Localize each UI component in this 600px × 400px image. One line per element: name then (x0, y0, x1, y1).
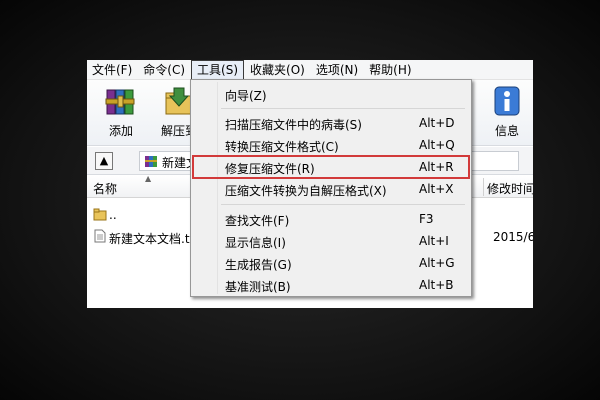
menu-item-shortcut: Alt+X (419, 182, 454, 196)
list-item-date: 2015/6 (493, 230, 533, 244)
menu-item-label: 生成报告(G) (225, 258, 292, 272)
sort-up-icon: ▲ (145, 174, 152, 183)
info-label: 信息 (494, 124, 519, 138)
up-arrow-icon: ▲ (99, 154, 109, 167)
menu-item-wizard[interactable]: 向导(Z) (193, 83, 469, 105)
menu-item-virus-scan[interactable]: 扫描压缩文件中的病毒(S) Alt+D (193, 112, 469, 134)
menu-item-shortcut: Alt+Q (419, 138, 455, 152)
add-button[interactable]: 添加 (95, 84, 147, 142)
menu-item-label: 压缩文件转换为自解压格式(X) (225, 184, 387, 198)
column-date-header[interactable]: 修改时间 (487, 180, 533, 197)
menu-item-convert-format[interactable]: 转换压缩文件格式(C) Alt+Q (193, 134, 469, 156)
folder-icon (93, 208, 107, 221)
menu-item-benchmark[interactable]: 基准测试(B) Alt+B (193, 274, 469, 296)
menu-item-repair-archive[interactable]: 修复压缩文件(R) Alt+R (192, 155, 470, 179)
add-label: 添加 (108, 124, 133, 138)
menu-item-label: 显示信息(I) (225, 236, 286, 250)
menu-item-label: 扫描压缩文件中的病毒(S) (225, 118, 362, 132)
menu-item-shortcut: F3 (419, 212, 434, 226)
info-button[interactable]: 信息 (481, 84, 533, 142)
menu-item-shortcut: Alt+I (419, 234, 449, 248)
menu-item-show-info[interactable]: 显示信息(I) Alt+I (193, 230, 469, 252)
menu-item-shortcut: Alt+G (419, 256, 455, 270)
menu-item-label: 向导(Z) (225, 89, 267, 103)
menu-item-label: 基准测试(B) (225, 280, 291, 294)
menu-item-generate-report[interactable]: 生成报告(G) Alt+G (193, 252, 469, 274)
menu-help[interactable]: 帮助(H) (364, 60, 416, 80)
menu-item-convert-sfx[interactable]: 压缩文件转换为自解压格式(X) Alt+X (193, 178, 469, 200)
column-name-header[interactable]: 名称 (93, 180, 117, 197)
menu-bar: 文件(F) 命令(C) 工具(S) 收藏夹(O) 选项(N) 帮助(H) (87, 60, 533, 80)
menu-separator (221, 108, 465, 109)
menu-favorites[interactable]: 收藏夹(O) (245, 60, 310, 80)
menu-item-label: 查找文件(F) (225, 214, 290, 228)
menu-file[interactable]: 文件(F) (87, 60, 137, 80)
menu-item-shortcut: Alt+R (419, 160, 454, 174)
menu-command[interactable]: 命令(C) (138, 60, 190, 80)
list-item-name: .. (109, 208, 117, 222)
menu-tools[interactable]: 工具(S) (191, 60, 245, 80)
menu-separator (221, 204, 465, 205)
menu-item-label: 修复压缩文件(R) (225, 162, 315, 176)
menu-item-find-files[interactable]: 查找文件(F) F3 (193, 208, 469, 230)
archive-icon (145, 156, 157, 167)
menu-options[interactable]: 选项(N) (311, 60, 363, 80)
menu-item-shortcut: Alt+D (419, 116, 455, 130)
tools-dropdown-menu: 向导(Z) 扫描压缩文件中的病毒(S) Alt+D 转换压缩文件格式(C) Al… (190, 79, 472, 297)
menu-item-label: 转换压缩文件格式(C) (225, 140, 339, 154)
column-divider[interactable] (483, 178, 484, 196)
text-file-icon (94, 229, 106, 243)
menu-item-shortcut: Alt+B (419, 278, 454, 292)
up-folder-button[interactable]: ▲ (95, 152, 113, 170)
archive-books-icon (105, 89, 135, 115)
info-icon (494, 86, 520, 116)
list-item-name: 新建文本文档.txt (109, 232, 202, 246)
